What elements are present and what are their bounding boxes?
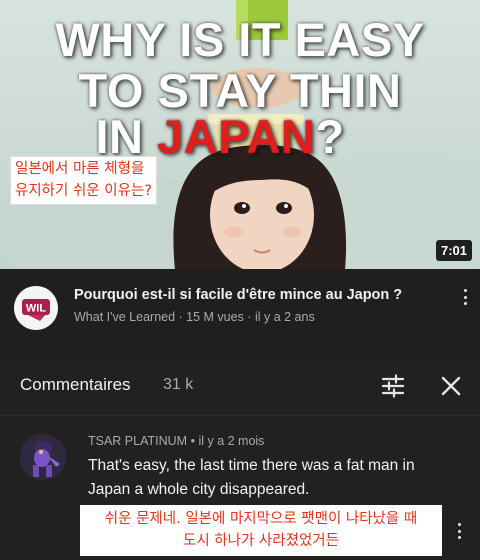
close-icon[interactable] [440,375,462,397]
korean-translation-line-1: 쉬운 문제네. 일본에 마지막으로 팻맨이 나타났을 때 [104,511,418,527]
thumbnail-title-line-1: WHY IS IT EASY [55,13,425,66]
youtube-mobile-screen: WHY IS IT EASY TO STAY THIN IN JAPAN? 일본… [0,0,480,560]
comments-title: Commentaires [20,375,131,394]
more-vert-icon [463,289,467,292]
comment-item: TSAR PLATINUM • il y a 2 mois That's eas… [0,416,480,560]
comment-author[interactable]: TSAR PLATINUM [88,434,187,448]
thumbnail-title-line-3: IN JAPAN? [70,113,370,160]
comments-count: 31 k [163,376,194,393]
korean-caption-box: 일본에서 마른 체형을 유지하기 쉬운 이유는? [10,156,157,205]
commenter-avatar[interactable] [20,434,66,480]
channel-logo-icon: WIL [14,286,58,330]
korean-caption-line-1: 일본에서 마른 체형을 [15,161,145,177]
avatar-image [20,434,66,480]
thumbnail-title-line-2: TO STAY THIN [78,64,402,117]
video-thumbnail[interactable]: WHY IS IT EASY TO STAY THIN IN JAPAN? 일본… [0,0,480,269]
duration-badge: 7:01 [435,240,472,261]
sort-icon[interactable] [381,374,405,398]
korean-translation-line-2: 도시 하나가 사라졌었거든 [183,533,339,549]
comment-time: il y a 2 mois [198,434,265,448]
comment-text: That's easy, the last time there was a f… [88,457,415,498]
comment-author-line: TSAR PLATINUM • il y a 2 mois [88,434,264,448]
channel-avatar[interactable]: WIL [14,286,58,330]
comments-panel: Commentaires 31 k TSAR PLATINUM • il y a… [0,357,480,560]
thumbnail-title-highlight: JAPAN [157,110,316,163]
channel-logo-text: WIL [26,303,46,315]
korean-translation-box: 쉬운 문제네. 일본에 마지막으로 팻맨이 나타났을 때 도시 하나가 사라졌었… [80,505,442,556]
more-vert-icon [457,523,461,526]
video-more-button[interactable] [458,286,472,308]
thumbnail-title-suffix: ? [315,110,345,163]
video-info-row[interactable]: WIL Pourquoi est-il si facile d'être min… [0,269,480,357]
comments-header: Commentaires 31 k [0,357,480,416]
video-title[interactable]: Pourquoi est-il si facile d'être mince a… [74,287,444,303]
video-meta: What I've Learned · 15 M vues · il y a 2… [74,310,315,324]
comment-more-button[interactable] [452,520,466,542]
korean-caption-line-2: 유지하기 쉬운 이유는? [15,183,152,199]
